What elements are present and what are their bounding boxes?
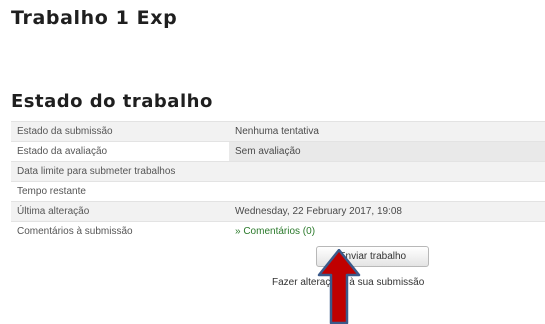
row-value: » Comentários (0) — [229, 221, 545, 241]
table-row: Comentários à submissão » Comentários (0… — [11, 221, 545, 241]
row-label: Estado da avaliação — [11, 141, 229, 162]
row-value: Wednesday, 22 February 2017, 19:08 — [229, 201, 545, 222]
table-row: Tempo restante — [11, 181, 545, 202]
submission-status-table: Estado da submissão Nenhuma tentativa Es… — [11, 121, 545, 241]
row-value: Sem avaliação — [229, 141, 545, 162]
table-row: Última alteração Wednesday, 22 February … — [11, 201, 545, 222]
row-label: Data limite para submeter trabalhos — [11, 161, 229, 182]
comments-link[interactable]: » Comentários (0) — [235, 226, 315, 237]
row-value — [229, 181, 545, 202]
page-title: Trabalho 1 Exp — [11, 7, 178, 29]
row-label: Tempo restante — [11, 181, 229, 202]
arrow-up-icon — [317, 249, 361, 324]
table-row: Estado da avaliação Sem avaliação — [11, 141, 545, 162]
section-title: Estado do trabalho — [11, 91, 213, 112]
row-label: Comentários à submissão — [11, 221, 229, 241]
row-value: Nenhuma tentativa — [229, 121, 545, 142]
row-label: Estado da submissão — [11, 121, 229, 142]
table-row: Data limite para submeter trabalhos — [11, 161, 545, 182]
row-value — [229, 161, 545, 182]
row-label: Última alteração — [11, 201, 229, 222]
table-row: Estado da submissão Nenhuma tentativa — [11, 121, 545, 142]
